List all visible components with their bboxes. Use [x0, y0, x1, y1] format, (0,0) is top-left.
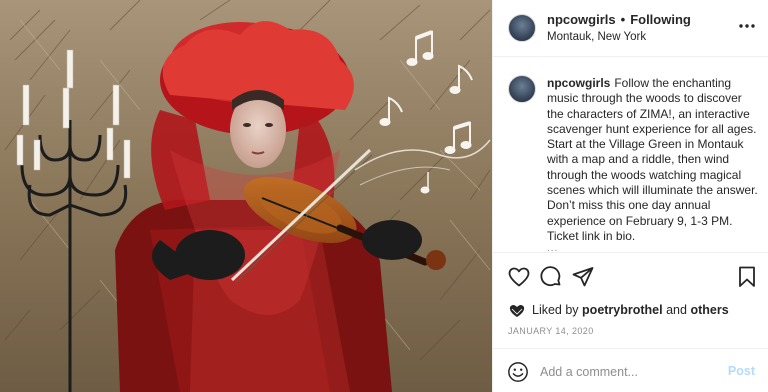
- caption-section: npcowgirls Follow the enchanting music th…: [493, 58, 768, 253]
- action-bar: [493, 262, 768, 292]
- caption-body: Follow the enchanting music through the …: [547, 76, 758, 243]
- likes-summary: Liked by poetrybrothel and others: [508, 301, 758, 319]
- share-icon[interactable]: [571, 265, 595, 289]
- liker-username-link[interactable]: poetrybrothel: [582, 303, 663, 317]
- likes-text: Liked by poetrybrothel and others: [532, 303, 729, 317]
- caption-text: npcowgirls Follow the enchanting music th…: [547, 76, 761, 244]
- likes-prefix: Liked by: [532, 303, 579, 317]
- following-button[interactable]: Following: [630, 12, 691, 27]
- liker-avatar[interactable]: [508, 301, 526, 319]
- location-link[interactable]: Montauk, New York: [547, 31, 646, 43]
- caption-avatar[interactable]: [508, 75, 536, 103]
- likes-conjunction: and: [666, 303, 687, 317]
- more-options-icon[interactable]: [739, 16, 755, 32]
- post-header: npcowgirls • Following Montauk, New York: [493, 0, 768, 57]
- username-link[interactable]: npcowgirls: [547, 12, 616, 27]
- comment-input[interactable]: [540, 362, 720, 382]
- photo-illustration: [0, 0, 492, 392]
- emoji-icon[interactable]: [507, 361, 529, 383]
- header-line: npcowgirls • Following: [547, 12, 691, 27]
- bookmark-icon[interactable]: [735, 265, 759, 289]
- likes-others-link[interactable]: others: [690, 303, 728, 317]
- post-sidebar: npcowgirls • Following Montauk, New York n…: [492, 0, 768, 392]
- separator-dot: •: [620, 12, 626, 27]
- caption-username-link[interactable]: npcowgirls: [547, 76, 610, 90]
- more-caption-indicator: ...: [547, 243, 559, 253]
- comment-bar: Post: [493, 348, 768, 392]
- avatar[interactable]: [508, 14, 536, 42]
- post-date[interactable]: JANUARY 14, 2020: [508, 326, 594, 336]
- post-comment-button[interactable]: Post: [728, 364, 755, 378]
- post-photo[interactable]: [0, 0, 492, 392]
- heart-icon[interactable]: [507, 265, 531, 289]
- comment-icon[interactable]: [539, 265, 563, 289]
